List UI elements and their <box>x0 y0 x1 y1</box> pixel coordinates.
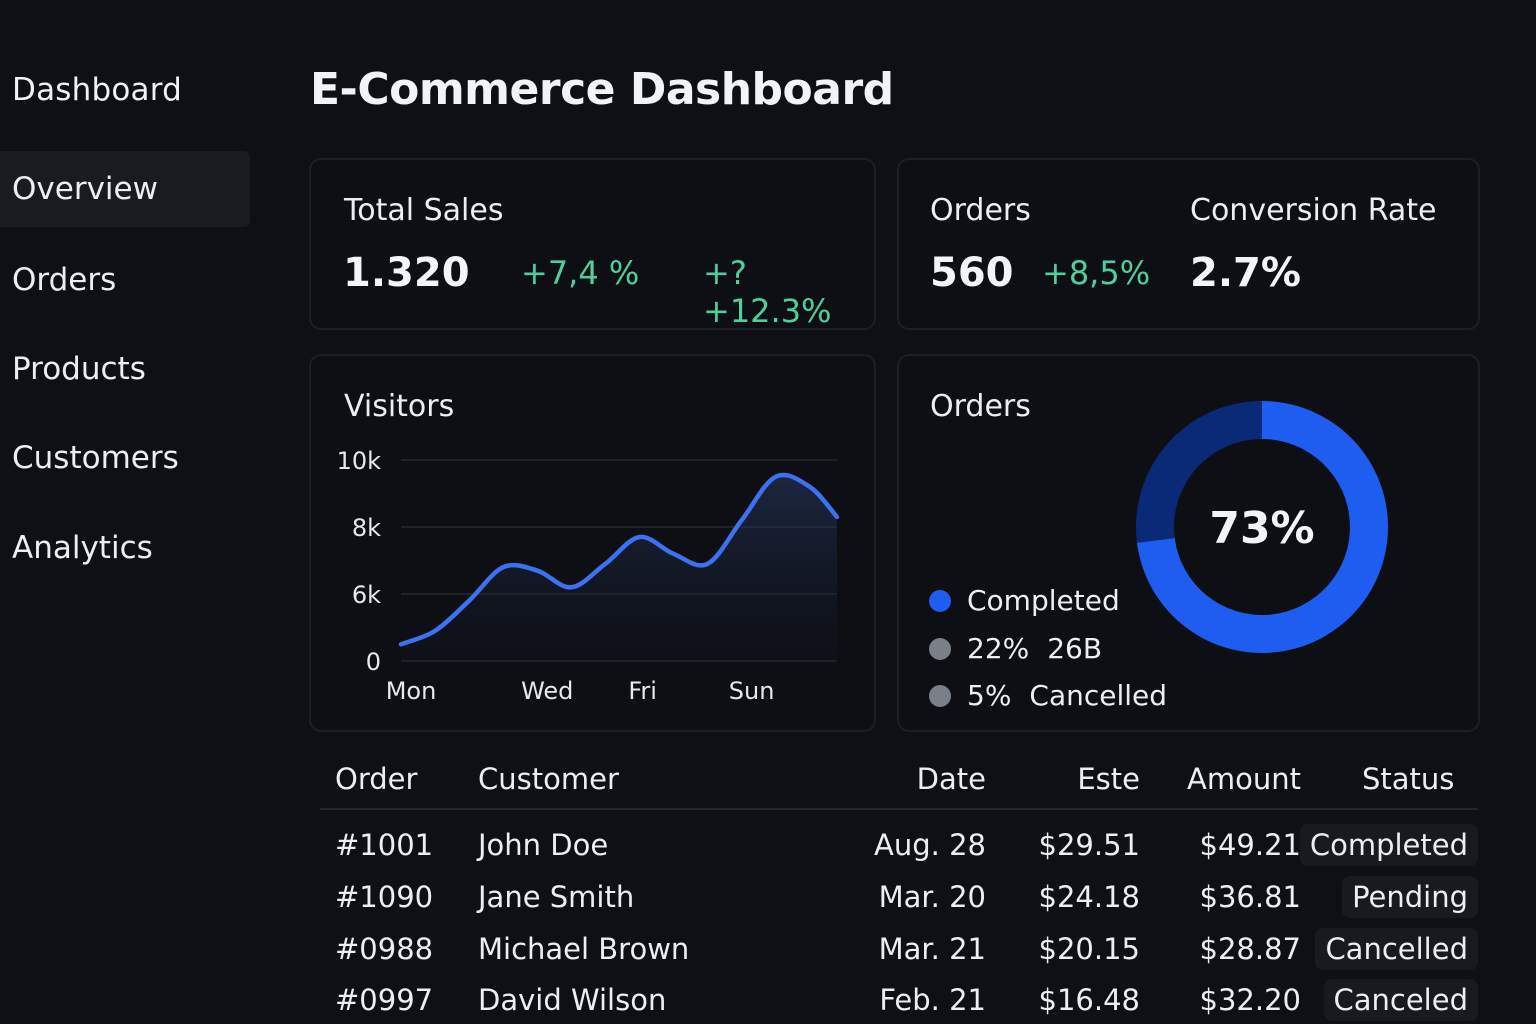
total-sales-delta-secondary: +?+12.3% <box>703 254 832 330</box>
amount-cell: $32.20 <box>1199 983 1301 1017</box>
sidebar: Dashboard Overview Orders Products Custo… <box>0 0 260 1024</box>
column-header-order[interactable]: Order <box>335 762 417 796</box>
conversion-rate-value: 2.7% <box>1190 250 1301 296</box>
date-cell: Aug. 28 <box>874 828 986 862</box>
visitors-area-fill <box>401 474 837 661</box>
order-id-cell: #1090 <box>335 880 434 914</box>
este-cell: $20.15 <box>1038 932 1140 966</box>
customer-cell: Michael Brown <box>478 932 690 966</box>
orders-conversion-card: Orders 560 +8,5% Conversion Rate 2.7% <box>897 158 1480 330</box>
table-row[interactable]: #0997 David Wilson Feb. 21 $16.48 $32.20 Canc… <box>320 979 1480 1024</box>
conversion-rate-label: Conversion Rate <box>1190 193 1437 228</box>
orders-breakdown-card: Orders Completed 22% 26B 5% Cancelled 73% <box>897 354 1480 732</box>
column-header-date[interactable]: Date <box>917 762 986 796</box>
visitors-card: Visitors 10k 8k 6k 0 Mon Wed Fri Sun <box>309 354 876 732</box>
x-tick-label: Mon <box>386 677 437 705</box>
sidebar-item-overview[interactable]: Overview <box>0 151 250 227</box>
x-tick-label: Sun <box>729 677 775 705</box>
total-sales-card: Total Sales 1.320 +7,4 % +?+12.3% <box>309 158 876 330</box>
x-tick-label: Fri <box>628 677 657 705</box>
y-tick-label: 8k <box>352 514 381 542</box>
y-tick-label: 10k <box>337 447 382 475</box>
table-header-divider <box>320 808 1478 810</box>
sidebar-item-products[interactable]: Products <box>0 331 250 407</box>
total-sales-value: 1.320 <box>343 250 470 296</box>
este-cell: $24.18 <box>1038 880 1140 914</box>
este-cell: $29.51 <box>1038 828 1140 862</box>
sidebar-item-orders[interactable]: Orders <box>0 242 250 318</box>
column-header-customer[interactable]: Customer <box>478 762 619 796</box>
date-cell: Feb. 21 <box>879 983 986 1017</box>
order-id-cell: #1001 <box>335 828 434 862</box>
customer-cell: David Wilson <box>478 983 667 1017</box>
page-title: E-Commerce Dashboard <box>310 64 894 115</box>
order-id-cell: #0988 <box>335 932 434 966</box>
status-badge: Cancelled <box>1315 928 1478 970</box>
orders-donut-chart: 73% <box>1136 401 1388 653</box>
amount-cell: $36.81 <box>1199 880 1301 914</box>
status-badge: Pending <box>1342 876 1478 918</box>
column-header-amount[interactable]: Amount <box>1187 762 1301 796</box>
sidebar-item-customers[interactable]: Customers <box>0 420 250 496</box>
visitors-chart: 10k 8k 6k 0Mon Wed Fri Sun <box>337 447 840 705</box>
table-row[interactable]: #1090 Jane Smith Mar. 20 $24.18 $36.81 Pendin… <box>320 876 1480 922</box>
total-sales-delta: +7,4 % <box>521 254 640 292</box>
column-header-este[interactable]: Este <box>1077 762 1140 796</box>
date-cell: Mar. 21 <box>878 932 986 966</box>
table-row[interactable]: #1001 John Doe Aug. 28 $29.51 $49.21 Complete… <box>320 824 1480 870</box>
sidebar-item-analytics[interactable]: Analytics <box>0 510 250 586</box>
orders-value: 560 <box>930 250 1014 296</box>
amount-cell: $28.87 <box>1199 932 1301 966</box>
total-sales-label: Total Sales <box>344 193 504 228</box>
order-id-cell: #0997 <box>335 983 434 1017</box>
amount-cell: $49.21 <box>1199 828 1301 862</box>
status-badge: Canceled <box>1323 979 1478 1021</box>
table-row[interactable]: #0988 Michael Brown Mar. 21 $20.15 $28.87 Can… <box>320 928 1480 974</box>
x-tick-label: Wed <box>521 677 573 705</box>
customer-cell: John Doe <box>478 828 609 862</box>
status-badge: Completed <box>1299 824 1478 866</box>
y-tick-label: 0 <box>366 648 381 676</box>
este-cell: $16.48 <box>1038 983 1140 1017</box>
orders-delta: +8,5% <box>1042 254 1151 292</box>
donut-center-label: 73% <box>1209 503 1314 554</box>
orders-label: Orders <box>930 193 1031 228</box>
y-tick-label: 6k <box>352 581 381 609</box>
date-cell: Mar. 20 <box>878 880 986 914</box>
column-header-status[interactable]: Status <box>1362 762 1454 796</box>
sidebar-title: Dashboard <box>12 72 182 108</box>
customer-cell: Jane Smith <box>478 880 635 914</box>
